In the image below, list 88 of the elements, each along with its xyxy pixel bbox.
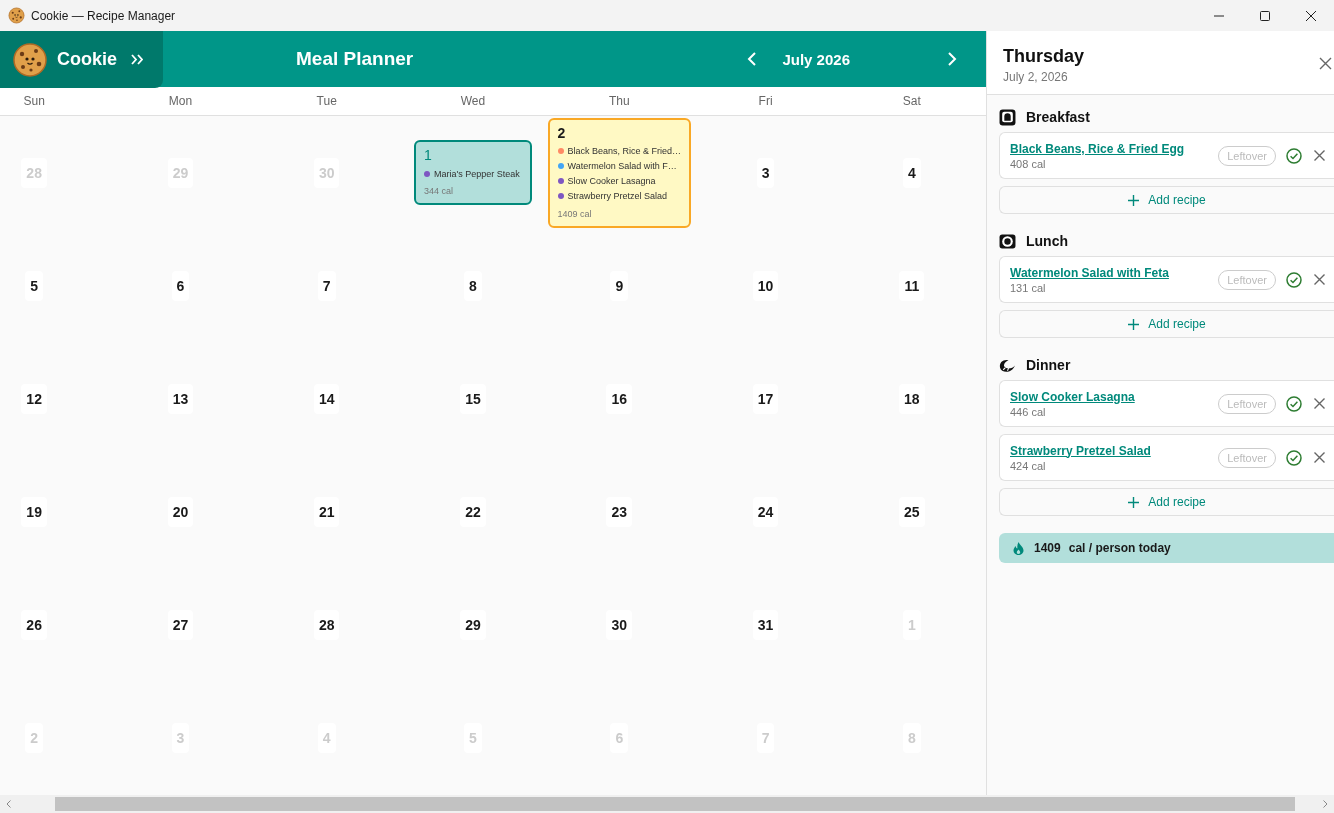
date-number[interactable]: 17 bbox=[752, 383, 779, 414]
toaster-icon bbox=[999, 108, 1016, 126]
date-number[interactable]: 31 bbox=[752, 610, 779, 641]
day-title: Thursday bbox=[1003, 45, 1085, 67]
total-calories: 1409 bbox=[1034, 541, 1061, 555]
weekday-label: Wed bbox=[460, 94, 486, 108]
date-number[interactable]: 5 bbox=[25, 270, 44, 301]
date-number[interactable]: 23 bbox=[606, 497, 633, 528]
recipe-link[interactable]: Black Beans, Rice & Fried Egg bbox=[1010, 141, 1185, 156]
date-number[interactable]: 11 bbox=[899, 270, 925, 301]
check-circle-icon[interactable] bbox=[1286, 449, 1302, 466]
scrollbar-thumb[interactable] bbox=[55, 797, 1295, 811]
total-label: cal / person today bbox=[1068, 541, 1171, 555]
chevron-right-icon[interactable] bbox=[1323, 800, 1328, 808]
section-title: Dinner bbox=[1026, 357, 1071, 373]
date-number[interactable]: 16 bbox=[606, 383, 633, 414]
month-label: July 2026 bbox=[782, 50, 850, 68]
close-icon[interactable] bbox=[1306, 10, 1316, 21]
add-recipe-button[interactable]: Add recipe bbox=[999, 488, 1334, 516]
check-circle-icon[interactable] bbox=[1286, 147, 1302, 164]
date-number[interactable]: 12 bbox=[21, 383, 47, 414]
day-card[interactable]: 1 Maria's Pepper Steak 344 cal bbox=[414, 140, 532, 206]
date-number[interactable]: 24 bbox=[752, 497, 779, 528]
recipe-link[interactable]: Watermelon Salad with Feta bbox=[1010, 265, 1169, 280]
section-title: Lunch bbox=[1026, 233, 1068, 249]
recipe-link[interactable]: Strawberry Pretzel Salad bbox=[1010, 443, 1151, 458]
weekday-label: Mon bbox=[168, 94, 193, 108]
date-subtitle: July 2, 2026 bbox=[1003, 70, 1068, 84]
window-title: Cookie — Recipe Manager bbox=[31, 8, 176, 23]
plus-icon bbox=[1128, 318, 1140, 330]
date-number[interactable]: 10 bbox=[752, 270, 779, 301]
date-number[interactable]: 29 bbox=[460, 610, 486, 641]
weekday-label: Fri bbox=[758, 94, 773, 108]
date-number[interactable]: 13 bbox=[167, 383, 194, 414]
double-chevron-icon[interactable] bbox=[131, 54, 143, 65]
date-number[interactable]: 22 bbox=[460, 497, 486, 528]
date-number[interactable]: 20 bbox=[167, 497, 194, 528]
plate-icon bbox=[999, 232, 1016, 250]
chevron-left-icon[interactable] bbox=[6, 800, 11, 808]
date-number[interactable]: 8 bbox=[464, 270, 482, 301]
cookie-icon bbox=[12, 41, 48, 78]
calorie-count: 344 cal bbox=[424, 186, 453, 197]
weekday-label: Tue bbox=[316, 94, 337, 108]
date-number[interactable]: 6 bbox=[171, 270, 190, 301]
date-number[interactable]: 21 bbox=[313, 497, 340, 528]
add-recipe-button[interactable]: Add recipe bbox=[999, 310, 1334, 338]
date-number[interactable]: 18 bbox=[899, 383, 925, 414]
calorie-count: 446 cal bbox=[1010, 405, 1046, 418]
weekday-label: Thu bbox=[608, 94, 630, 108]
meal-name: Maria's Pepper Steak bbox=[434, 168, 520, 179]
date-number[interactable]: 26 bbox=[21, 610, 47, 641]
meal-name: Strawberry Pretzel Salad bbox=[567, 191, 668, 202]
date-number[interactable]: 25 bbox=[899, 497, 925, 528]
date-number[interactable]: 14 bbox=[313, 383, 340, 414]
date-number[interactable]: 3 bbox=[756, 157, 775, 188]
date-number[interactable]: 15 bbox=[460, 383, 486, 414]
plus-icon bbox=[1128, 194, 1140, 206]
meal-name: Watermelon Salad with F… bbox=[567, 161, 677, 172]
calorie-count: 408 cal bbox=[1010, 157, 1046, 170]
section-title: Breakfast bbox=[1026, 109, 1090, 125]
page-title: Meal Planner bbox=[296, 48, 414, 70]
date-number: 2 bbox=[557, 124, 566, 141]
date-number[interactable]: 7 bbox=[317, 270, 336, 301]
date-number: 1 bbox=[424, 147, 432, 164]
recipe-link[interactable]: Slow Cooker Lasagna bbox=[1010, 389, 1135, 404]
meal-name: Slow Cooker Lasagna bbox=[567, 176, 656, 187]
add-recipe-button[interactable]: Add recipe bbox=[999, 186, 1334, 214]
day-card[interactable]: 2 Black Beans, Rice & Fried… Watermelon Salad with F… Slow Cooker Lasagna Strawberry Pretzel Salad 1409 cal bbox=[547, 117, 692, 228]
calorie-count: 131 cal bbox=[1010, 281, 1046, 294]
date-number[interactable]: 9 bbox=[610, 270, 629, 301]
date-number[interactable]: 4 bbox=[902, 157, 921, 188]
calorie-count: 1409 cal bbox=[557, 208, 592, 219]
maximize-icon[interactable] bbox=[1260, 10, 1270, 21]
cookie-icon bbox=[8, 7, 25, 24]
weekday-label: Sun bbox=[23, 94, 45, 108]
plus-icon bbox=[1128, 496, 1140, 508]
check-circle-icon[interactable] bbox=[1286, 395, 1302, 412]
date-number[interactable]: 27 bbox=[167, 610, 194, 641]
horizontal-scrollbar[interactable] bbox=[0, 795, 1334, 813]
date-number[interactable]: 30 bbox=[606, 610, 633, 641]
weekday-label: Sat bbox=[902, 94, 921, 108]
brand-name: Cookie bbox=[57, 49, 117, 70]
date-number[interactable]: 19 bbox=[21, 497, 47, 528]
calorie-count: 424 cal bbox=[1010, 459, 1046, 472]
date-number[interactable]: 28 bbox=[313, 610, 340, 641]
check-circle-icon[interactable] bbox=[1286, 271, 1302, 288]
flame-icon bbox=[1013, 541, 1024, 555]
meal-name: Black Beans, Rice & Fried… bbox=[567, 146, 682, 157]
